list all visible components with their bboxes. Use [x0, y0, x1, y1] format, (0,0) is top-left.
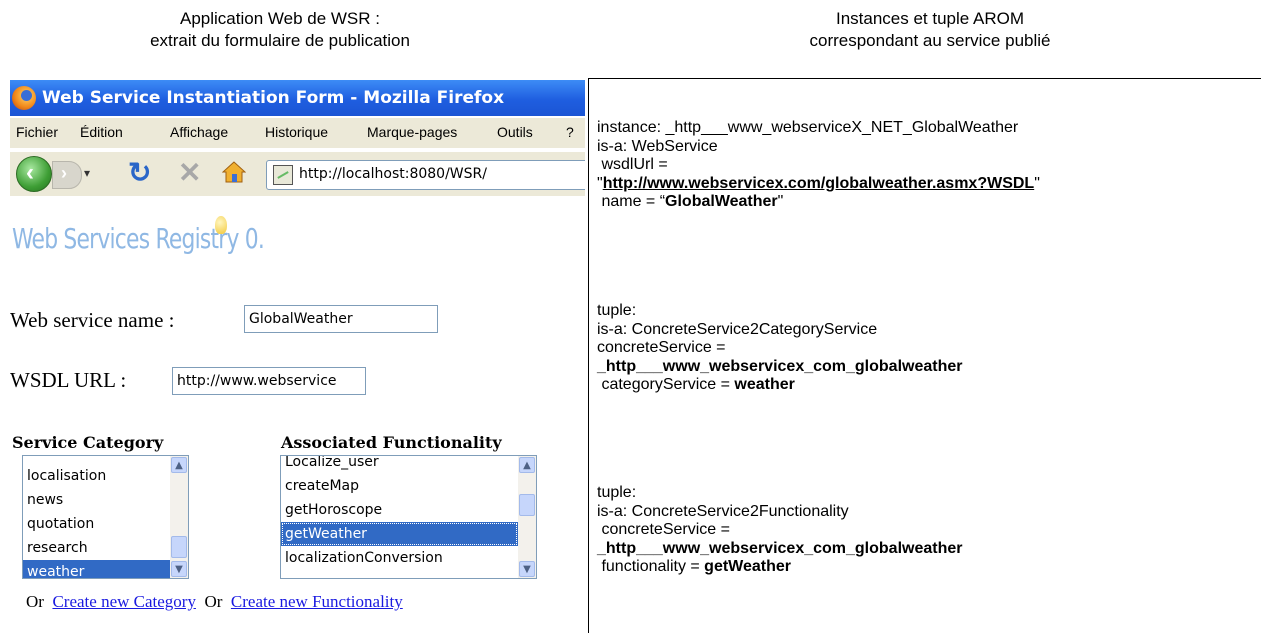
list-item[interactable]: localisation	[23, 464, 170, 488]
category-service-prefix: categoryService =	[597, 376, 735, 393]
menu-help[interactable]: ?	[566, 124, 574, 140]
url-text[interactable]: http://localhost:8080/WSR/	[299, 166, 487, 182]
category-tuple-block: tuple: is-a: ConcreteService2CategorySer…	[597, 302, 962, 395]
forward-arrow-icon: ›	[61, 163, 67, 183]
isa-line: is-a: ConcreteService2CategoryService	[597, 320, 878, 338]
menu-edition[interactable]: Édition	[80, 124, 123, 140]
menu-fichier[interactable]: Fichier	[16, 124, 58, 140]
or-text: Or	[204, 592, 223, 611]
category-service-line: categoryService = weather	[597, 376, 962, 395]
list-item-selected[interactable]: weather	[23, 560, 170, 578]
associated-functionality-list[interactable]: Localize_user createMap getHoroscope get…	[280, 455, 537, 579]
menu-historique[interactable]: Historique	[265, 124, 328, 140]
concrete-service-line: concreteService =	[597, 339, 726, 356]
menu-bar: Fichier Édition Affichage Historique Mar…	[10, 118, 585, 148]
url-bar[interactable]: http://localhost:8080/WSR/	[266, 160, 585, 190]
left-caption-line1: Application Web de WSR :	[180, 9, 380, 28]
window-title: Web Service Instantiation Form - Mozilla…	[42, 88, 505, 108]
history-dropdown-icon[interactable]: ▾	[84, 166, 90, 180]
wsdlurl-line: wsdlUrl =	[597, 156, 668, 173]
concrete-service-value: _http___www_webservicex_com_globalweathe…	[597, 539, 963, 557]
tuple-line: tuple:	[597, 302, 637, 319]
back-arrow-icon: ‹	[26, 159, 34, 186]
page-favicon-icon	[273, 165, 293, 185]
scroll-down-icon[interactable]: ▼	[519, 561, 535, 577]
instance-line: instance: _http___www_webserviceX_NET_Gl…	[597, 119, 1019, 136]
left-caption-line2: extrait du formulaire de publication	[150, 31, 410, 50]
isa-line: is-a: ConcreteService2Functionality	[597, 502, 849, 520]
name-value: GlobalWeather	[665, 193, 778, 210]
scroll-thumb[interactable]	[519, 494, 535, 516]
list-item[interactable]: quotation	[23, 512, 170, 536]
webservice-instance-block: instance: _http___www_webserviceX_NET_Gl…	[597, 119, 1040, 212]
wsdl-url-value: http://www.webservicex.com/globalweather…	[602, 174, 1035, 192]
functionality-scrollbar[interactable]: ▲ ▼	[518, 456, 536, 578]
service-category-label: Service Category	[12, 433, 164, 452]
navigation-toolbar: ‹ › ▾ ↻ ✕ http://localhost:8080/WSR/	[10, 152, 585, 196]
list-item[interactable]: news	[23, 488, 170, 512]
ws-name-label: Web service name :	[10, 308, 175, 332]
quote-close: "	[1034, 174, 1040, 192]
arom-panel: instance: _http___www_webserviceX_NET_Gl…	[588, 78, 1261, 633]
create-links-row: Or Create new Category Or Create new Fun…	[26, 592, 403, 612]
name-line: name = “GlobalWeather"	[597, 193, 1040, 212]
menu-affichage[interactable]: Affichage	[170, 124, 228, 140]
scroll-down-icon[interactable]: ▼	[171, 561, 187, 577]
right-caption-line2: correspondant au service publié	[809, 31, 1051, 50]
create-new-category-link[interactable]: Create new Category	[52, 592, 196, 611]
forward-button[interactable]: ›	[52, 161, 82, 189]
functionality-value: getWeather	[704, 558, 792, 575]
functionality-prefix: functionality =	[597, 558, 705, 575]
list-item-partial	[23, 456, 170, 464]
isa-line: is-a: WebService	[597, 137, 718, 155]
or-text: Or	[26, 592, 44, 611]
scroll-up-icon[interactable]: ▲	[171, 457, 187, 473]
concrete-service-line: concreteService =	[597, 521, 730, 538]
scroll-thumb[interactable]	[171, 536, 187, 558]
home-icon[interactable]	[222, 160, 246, 184]
right-caption: Instances et tuple AROM correspondant au…	[680, 8, 1180, 52]
name-suffix: "	[777, 193, 784, 210]
firefox-logo-icon	[12, 86, 36, 110]
stop-icon[interactable]: ✕	[178, 156, 201, 189]
browser-screenshot: Web Service Instantiation Form - Mozilla…	[10, 80, 585, 632]
name-prefix: name = “	[597, 193, 666, 210]
functionality-tuple-block: tuple: is-a: ConcreteService2Functionali…	[597, 484, 962, 577]
menu-marque-pages[interactable]: Marque-pages	[367, 124, 457, 140]
menu-outils[interactable]: Outils	[497, 124, 533, 140]
list-item[interactable]: Localize_user	[281, 456, 518, 474]
category-service-value: weather	[734, 376, 795, 393]
back-button[interactable]: ‹	[16, 156, 52, 192]
list-item[interactable]: localizationConversion	[281, 546, 518, 570]
reload-icon[interactable]: ↻	[128, 156, 151, 189]
list-item[interactable]: research	[23, 536, 170, 560]
tuple-line: tuple:	[597, 484, 637, 501]
ws-name-input[interactable]: GlobalWeather	[244, 305, 438, 333]
functionality-line: functionality = getWeather	[597, 558, 962, 577]
scroll-up-icon[interactable]: ▲	[519, 457, 535, 473]
window-titlebar[interactable]: Web Service Instantiation Form - Mozilla…	[10, 80, 585, 116]
category-scrollbar[interactable]: ▲ ▼	[170, 456, 188, 578]
list-item[interactable]: getHoroscope	[281, 498, 518, 522]
left-caption: Application Web de WSR : extrait du form…	[70, 8, 490, 52]
associated-functionality-label: Associated Functionality	[281, 433, 502, 452]
list-item[interactable]: createMap	[281, 474, 518, 498]
list-item-selected[interactable]: getWeather	[281, 522, 518, 546]
service-category-list[interactable]: localisation news quotation research wea…	[22, 455, 189, 579]
wsdl-url-input[interactable]: http://www.webservice	[172, 367, 366, 395]
create-new-functionality-link[interactable]: Create new Functionality	[231, 592, 403, 611]
wsdl-url-label: WSDL URL :	[10, 368, 127, 392]
concrete-service-value: _http___www_webservicex_com_globalweathe…	[597, 357, 963, 375]
wsdlurl-value-line: "http://www.webservicex.com/globalweathe…	[597, 175, 1040, 194]
right-caption-line1: Instances et tuple AROM	[835, 9, 1025, 28]
lightbulb-icon	[215, 216, 227, 234]
